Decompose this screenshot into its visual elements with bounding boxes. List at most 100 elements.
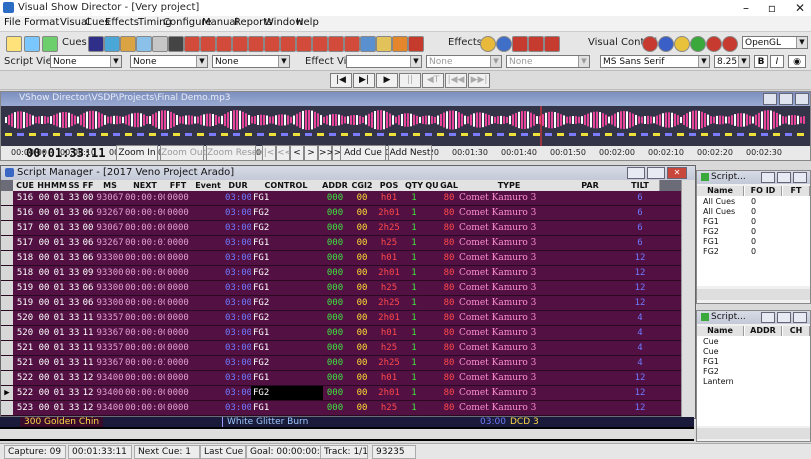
cell-fft[interactable]: 0000: [165, 296, 191, 310]
cell-cue[interactable]: 516: [13, 191, 37, 205]
table-row[interactable]: 518 00 01 33 09 93300 00:00:00 0000 03:00 FG2 000 0…: [1, 266, 695, 281]
cell-dur[interactable]: 03:00: [225, 221, 251, 235]
column-header-fo-id[interactable]: FO ID: [745, 186, 782, 196]
cue-icon-3[interactable]: [120, 36, 136, 52]
cue-icon-14[interactable]: [312, 36, 328, 52]
cell-fft[interactable]: 0000: [165, 356, 191, 370]
column-header-event[interactable]: Event: [191, 180, 226, 191]
cell-event[interactable]: [191, 386, 225, 400]
row-indicator[interactable]: [1, 221, 13, 235]
cell-control[interactable]: FG1: [251, 236, 323, 250]
column-header-ch[interactable]: CH: [783, 326, 810, 336]
effect-icon-1[interactable]: [480, 36, 496, 52]
cell-mm[interactable]: 01: [51, 371, 67, 385]
list-item[interactable]: Cue: [703, 337, 719, 346]
cell-qu[interactable]: [425, 326, 439, 340]
cell-tilt[interactable]: 12: [621, 371, 659, 385]
cell-cue[interactable]: 517: [13, 236, 37, 250]
cell-qu[interactable]: [425, 236, 439, 250]
list-item[interactable]: 0: [751, 217, 756, 226]
cell-cue[interactable]: 519: [13, 296, 37, 310]
cell-ss[interactable]: 33: [67, 326, 81, 340]
cell-dur[interactable]: 03:00: [225, 386, 251, 400]
cell-type[interactable]: Comet Kamuro 3: [459, 221, 559, 235]
cell-qty[interactable]: 1: [403, 401, 425, 415]
cell-pos[interactable]: h25: [375, 281, 403, 295]
control-icon-3[interactable]: [674, 36, 690, 52]
cell-hh[interactable]: 00: [37, 266, 51, 280]
effect-icon-4[interactable]: [528, 36, 544, 52]
nav-first-button[interactable]: |<: [262, 145, 276, 161]
column-header-ss[interactable]: SS: [67, 180, 82, 191]
cell-ss[interactable]: 33: [67, 296, 81, 310]
cell-ss[interactable]: 33: [67, 236, 81, 250]
cell-cgi2[interactable]: 00: [349, 386, 375, 400]
cell-mm[interactable]: 01: [51, 221, 67, 235]
cell-hh[interactable]: 00: [37, 326, 51, 340]
cell-qu[interactable]: [425, 401, 439, 415]
cell-gal[interactable]: 80: [439, 386, 459, 400]
table-row[interactable]: 522 00 01 33 12 93400 00:00:00 0000 03:00 FG1 000 0…: [1, 371, 695, 386]
fast-forward-button[interactable]: ▶▶|: [468, 73, 490, 88]
font-size-select[interactable]: 8.25 ▼: [714, 55, 750, 68]
cell-event[interactable]: [191, 251, 225, 265]
nav-prev-button[interactable]: <: [290, 145, 304, 161]
cue-icon-4[interactable]: [136, 36, 152, 52]
row-indicator[interactable]: [1, 251, 13, 265]
cell-gal[interactable]: 80: [439, 356, 459, 370]
cell-hh[interactable]: 00: [37, 221, 51, 235]
cell-gal[interactable]: 80: [439, 191, 459, 205]
cell-ms[interactable]: 93400: [95, 371, 125, 385]
cell-addr[interactable]: 000: [321, 311, 349, 325]
cell-gal[interactable]: 80: [439, 266, 459, 280]
cell-addr[interactable]: 000: [321, 191, 349, 205]
cell-next[interactable]: 00:00:00: [125, 341, 165, 355]
list-item[interactable]: Lantern: [703, 377, 734, 386]
cell-fft[interactable]: 0000: [165, 266, 191, 280]
cell-hh[interactable]: 00: [37, 356, 51, 370]
cell-mm[interactable]: 01: [51, 401, 67, 415]
cell-next[interactable]: 00:00:00: [125, 206, 165, 220]
close-icon[interactable]: ✕: [667, 167, 687, 179]
cell-ff[interactable]: 06: [81, 236, 95, 250]
effect-icon-3[interactable]: [512, 36, 528, 52]
cell-par[interactable]: [559, 311, 621, 325]
cell-cgi2[interactable]: 00: [349, 206, 375, 220]
control-icon-4[interactable]: [690, 36, 706, 52]
menu-file[interactable]: File: [4, 17, 21, 28]
list-item[interactable]: 0: [751, 207, 756, 216]
cell-addr[interactable]: 000: [321, 251, 349, 265]
zoom-out-button[interactable]: Zoom Out: [160, 145, 206, 161]
cell-ms[interactable]: 93300: [95, 251, 125, 265]
column-header-cue[interactable]: CUE: [13, 180, 38, 191]
cell-ss[interactable]: 33: [67, 206, 81, 220]
cell-event[interactable]: [191, 206, 225, 220]
cell-ms[interactable]: 93367: [95, 326, 125, 340]
cell-addr[interactable]: 000: [321, 341, 349, 355]
cell-ss[interactable]: 33: [67, 371, 81, 385]
cell-control[interactable]: FG2: [251, 206, 323, 220]
cell-gal[interactable]: 80: [439, 281, 459, 295]
cell-par[interactable]: [559, 236, 621, 250]
cell-control[interactable]: FG1: [251, 371, 323, 385]
cell-ff[interactable]: 06: [81, 281, 95, 295]
cell-par[interactable]: [559, 206, 621, 220]
cell-hh[interactable]: 00: [37, 191, 51, 205]
table-row[interactable]: 516 00 01 33 00 93067 00:00:00 0000 03:00 FG1 000 0…: [1, 191, 695, 206]
cell-fft[interactable]: 0000: [165, 206, 191, 220]
cell-tilt[interactable]: 12: [621, 401, 659, 415]
cell-qu[interactable]: [425, 371, 439, 385]
cell-pos[interactable]: 2h25: [375, 296, 403, 310]
cell-qu[interactable]: [425, 221, 439, 235]
cell-dur[interactable]: 03:00: [225, 266, 251, 280]
cell-ss[interactable]: 33: [67, 221, 81, 235]
cell-addr[interactable]: 000: [321, 371, 349, 385]
cell-par[interactable]: [559, 296, 621, 310]
cell-ff[interactable]: 11: [81, 356, 95, 370]
cell-cgi2[interactable]: 00: [349, 356, 375, 370]
column-header-dur[interactable]: DUR: [225, 180, 252, 191]
binoculars-icon[interactable]: [168, 36, 184, 52]
cell-qu[interactable]: [425, 356, 439, 370]
pause-button[interactable]: ||: [399, 73, 421, 88]
cell-gal[interactable]: 80: [439, 326, 459, 340]
